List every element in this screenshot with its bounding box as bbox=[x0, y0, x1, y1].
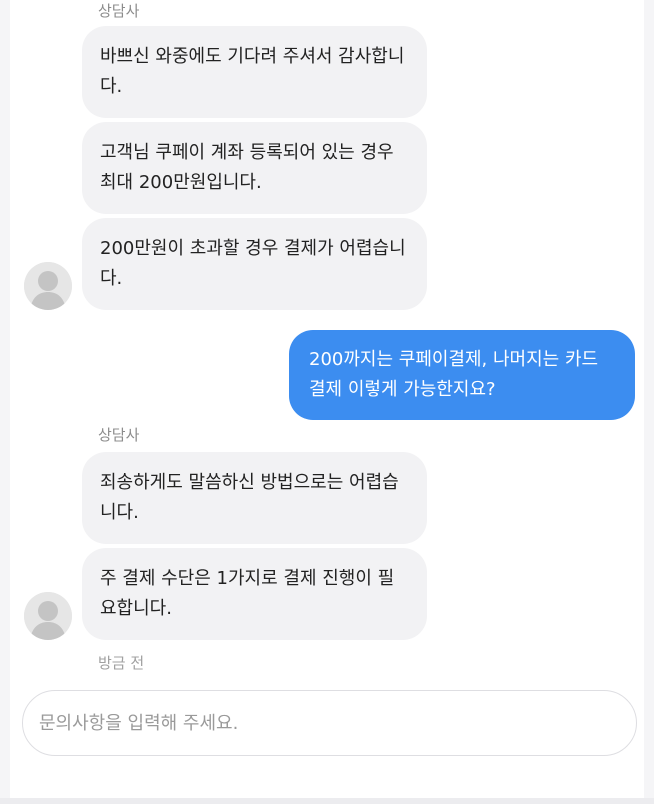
chat-panel: 상담사 바쁘신 와중에도 기다려 주셔서 감사합니다. 고객님 쿠페이 계좌 등… bbox=[10, 0, 644, 798]
message-text: 고객님 쿠페이 계좌 등록되어 있는 경우 최대 200만원입니다. bbox=[100, 142, 394, 193]
agent-message: 바쁘신 와중에도 기다려 주셔서 감사합니다. bbox=[82, 26, 427, 118]
bottom-divider bbox=[0, 798, 654, 804]
message-text: 200만원이 초과할 경우 결제가 어렵습니다. bbox=[100, 238, 406, 289]
agent-message: 주 결제 수단은 1가지로 결제 진행이 필요합니다. bbox=[82, 548, 427, 640]
message-text: 200까지는 쿠페이결제, 나머지는 카드 결제 이렇게 가능한지요? bbox=[309, 349, 599, 400]
sender-name: 상담사 bbox=[98, 426, 140, 444]
message-timestamp: 방금 전 bbox=[98, 654, 145, 672]
message-text: 죄송하게도 말씀하신 방법으로는 어렵습니다. bbox=[100, 472, 399, 523]
agent-avatar bbox=[24, 592, 72, 640]
message-text: 바쁘신 와중에도 기다려 주셔서 감사합니다. bbox=[100, 46, 405, 97]
message-text: 주 결제 수단은 1가지로 결제 진행이 필요합니다. bbox=[100, 568, 395, 619]
message-composer bbox=[22, 690, 637, 756]
agent-message: 고객님 쿠페이 계좌 등록되어 있는 경우 최대 200만원입니다. bbox=[82, 122, 427, 214]
person-icon bbox=[24, 262, 72, 310]
message-input[interactable] bbox=[23, 691, 636, 755]
agent-message: 죄송하게도 말씀하신 방법으로는 어렵습니다. bbox=[82, 452, 427, 544]
person-icon bbox=[24, 592, 72, 640]
sender-name: 상담사 bbox=[98, 2, 140, 20]
user-message: 200까지는 쿠페이결제, 나머지는 카드 결제 이렇게 가능한지요? bbox=[289, 330, 635, 420]
agent-avatar bbox=[24, 262, 72, 310]
agent-message: 200만원이 초과할 경우 결제가 어렵습니다. bbox=[82, 218, 427, 310]
